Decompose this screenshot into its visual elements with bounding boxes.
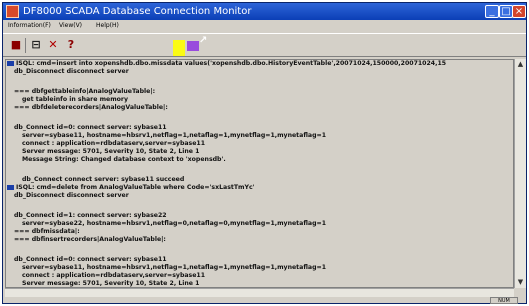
status-bar: NUM	[3, 296, 526, 305]
log-text: db_Connect connect server: sybase11 succ…	[22, 176, 185, 183]
log-line: db_Connect connect server: sybase11 succ…	[22, 176, 184, 184]
menu-information[interactable]: Information(F)	[8, 20, 51, 32]
log-line: server=sybase11, hostname=hbsrv1,netflag…	[22, 132, 326, 140]
cursor-icon: ↗	[199, 35, 208, 46]
scroll-down-icon[interactable]: ▼	[515, 277, 526, 288]
log-text: Server message: 5701, Severity 10, State…	[22, 280, 200, 287]
app-icon	[6, 5, 19, 18]
log-line: server=sybase22, hostname=hbsrv1,netflag…	[22, 220, 326, 228]
maximize-button[interactable]: □	[499, 5, 513, 18]
log-line: server=sybase11, hostname=hbsrv1,netflag…	[22, 264, 326, 272]
menu-bar: Information(F) View(V) Help(H)	[3, 20, 526, 32]
log-line: Server message: 5701, Severity 10, State…	[22, 280, 200, 287]
log-text: server=sybase11, hostname=hbsrv1,netflag…	[22, 132, 326, 139]
log-line: === dbfgettableinfo|AnalogValueTable|:	[14, 88, 155, 96]
log-text: db_Disconnect disconnect server	[14, 192, 129, 199]
log-text: === dbfmissdata|:	[14, 228, 80, 235]
scroll-up-icon[interactable]: ▲	[515, 59, 526, 70]
log-line: db_Connect id=1: connect server: sybase2…	[14, 212, 167, 220]
entry-marker-icon	[7, 184, 14, 190]
log-line: ISQL: cmd=insert into xopenshdb.dbo.miss…	[7, 60, 446, 68]
log-text: === dbfdeleterecorders|AnalogValueTable|…	[14, 104, 168, 111]
log-text: === dbfinsertrecorders|AnalogValueTable|…	[14, 236, 166, 243]
log-line: === dbfdeleterecorders|AnalogValueTable|…	[14, 104, 168, 112]
log-line: db_Disconnect disconnect server	[14, 192, 129, 200]
log-text: db_Connect id=1: connect server: sybase2…	[14, 212, 167, 219]
log-text: db_Disconnect disconnect server	[14, 68, 129, 75]
log-line: Message String: Changed database context…	[22, 156, 226, 164]
log-line: connect : application=rdbdataserv,server…	[22, 140, 205, 148]
log-text: ISQL: cmd=insert into xopenshdb.dbo.miss…	[16, 60, 447, 67]
entry-marker-icon	[7, 60, 14, 66]
split-icon[interactable]: ⊟	[29, 38, 43, 52]
log-line: db_Connect id=0: connect server: sybase1…	[14, 256, 167, 264]
log-line: === dbfmissdata|:	[14, 228, 80, 236]
vertical-scrollbar[interactable]: ▲ ▼	[514, 59, 526, 288]
close-icon[interactable]: ✕	[46, 38, 60, 52]
stop-icon[interactable]: ■	[9, 38, 23, 52]
log-line: === dbfinsertrecorders|AnalogValueTable|…	[14, 236, 166, 244]
log-text: Message String: Changed database context…	[22, 156, 226, 163]
close-button[interactable]: ×	[512, 5, 526, 18]
menu-view[interactable]: View(V)	[59, 20, 82, 32]
toolbar: ■ ⊟ ✕ ?	[3, 33, 526, 57]
help-icon[interactable]: ?	[64, 38, 78, 52]
log-line: db_Disconnect disconnect server	[14, 68, 129, 76]
log-text: db_Connect id=0: connect server: sybase1…	[14, 256, 167, 263]
log-output[interactable]: ISQL: cmd=insert into xopenshdb.dbo.miss…	[5, 59, 514, 288]
highlight-purple	[187, 41, 199, 51]
title-bar[interactable]: DF8000 SCADA Database Connection Monitor…	[3, 3, 526, 20]
log-text: === dbfgettableinfo|AnalogValueTable|:	[14, 88, 156, 95]
log-text: server=sybase22, hostname=hbsrv1,netflag…	[22, 220, 326, 227]
log-line: connect : application=rdbdataserv,server…	[22, 272, 205, 280]
num-lock-indicator: NUM	[490, 297, 518, 304]
toolbar-separator	[25, 38, 26, 53]
log-text: ISQL: cmd=delete from AnalogValueTable w…	[16, 184, 255, 191]
log-text: server=sybase11, hostname=hbsrv1,netflag…	[22, 264, 326, 271]
log-line: ISQL: cmd=delete from AnalogValueTable w…	[7, 184, 255, 192]
log-line: get tableinfo in share memory	[22, 96, 128, 104]
log-line: Server message: 5701, Severity 10, State…	[22, 148, 199, 156]
highlight-yellow	[173, 40, 185, 56]
log-text: connect : application=rdbdataserv,server…	[22, 140, 206, 147]
menu-help[interactable]: Help(H)	[96, 20, 119, 32]
log-text: Server message: 5701, Severity 10, State…	[22, 148, 200, 155]
log-line: db_Connect id=0: connect server: sybase1…	[14, 124, 167, 132]
log-text: get tableinfo in share memory	[22, 96, 129, 103]
log-text: db_Connect id=0: connect server: sybase1…	[14, 124, 167, 131]
main-window: DF8000 SCADA Database Connection Monitor…	[2, 2, 527, 304]
window-title: DF8000 SCADA Database Connection Monitor	[23, 6, 252, 17]
minimize-button[interactable]: _	[485, 5, 499, 18]
log-text: connect : application=rdbdataserv,server…	[22, 272, 206, 279]
